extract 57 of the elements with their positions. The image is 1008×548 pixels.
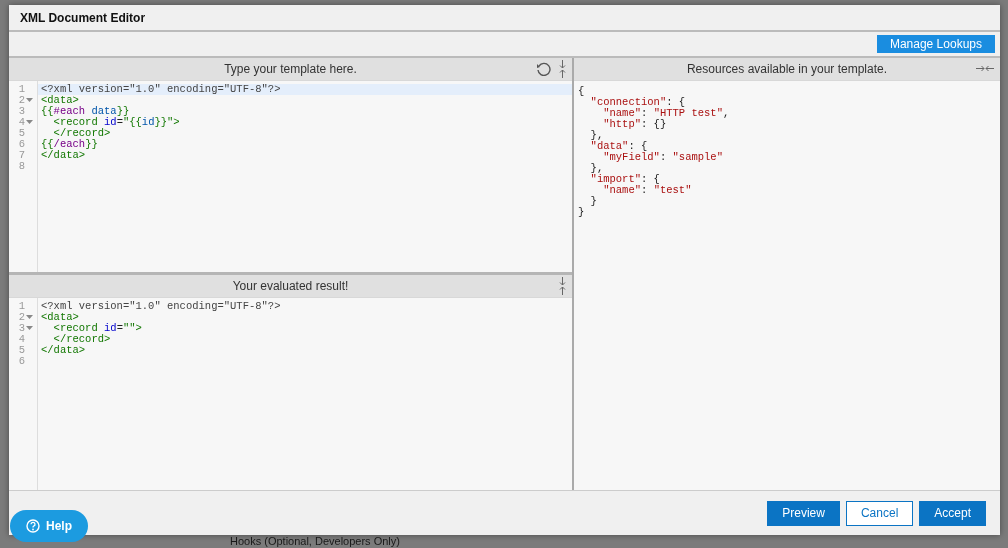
line-number: 1 (18, 301, 25, 312)
help-button[interactable]: Help (10, 510, 88, 542)
code-line: "myField": "sample" (602, 151, 723, 163)
pane-title: Resources available in your template. (686, 62, 888, 76)
line-number: 6 (18, 356, 25, 367)
code-line: "http": {} (603, 118, 667, 130)
code-line: }, (589, 129, 604, 141)
line-number: 2 (18, 95, 25, 106)
line-number: 3 (18, 323, 25, 334)
code-line: } (578, 206, 585, 218)
line-number: 2 (18, 312, 25, 323)
code-line: <record id=""> (52, 323, 142, 334)
footer-button[interactable]: Preview (767, 500, 840, 526)
footer-button[interactable]: Accept (919, 500, 986, 526)
help-icon (26, 519, 40, 533)
code-line: "import": { (589, 173, 660, 185)
code-line: </data> (41, 150, 86, 161)
line-number: 5 (18, 345, 25, 356)
line-number: 8 (18, 161, 25, 172)
line-number: 5 (18, 128, 25, 139)
code-line: { (578, 85, 585, 97)
code-line: {{/each}} (41, 139, 98, 150)
code-line: } (589, 195, 597, 207)
code-line: "data": { (589, 140, 648, 152)
code-line: <record id="{{id}}"> (52, 117, 180, 128)
code-line: "connection": { (589, 96, 686, 108)
line-number: 4 (18, 117, 25, 128)
line-number: 7 (18, 150, 25, 161)
code-line: <?xml version="1.0" encoding="UTF-8"?> (41, 301, 281, 312)
code-line: </data> (41, 345, 86, 356)
code-line: </record> (52, 334, 111, 345)
code-line: </record> (52, 128, 111, 139)
fold-arrow-icon[interactable] (26, 98, 33, 103)
fold-arrow-icon[interactable] (26, 326, 33, 331)
code-line: }, (589, 162, 604, 174)
fold-arrow-icon[interactable] (26, 315, 33, 320)
line-number: 1 (18, 84, 25, 95)
line-number: 3 (18, 106, 25, 117)
line-number: 6 (18, 139, 25, 150)
code-line: <?xml version="1.0" encoding="UTF-8"?> (41, 84, 281, 95)
footer-button[interactable]: Cancel (845, 500, 914, 526)
collapse-vertical-icon[interactable] (559, 60, 566, 78)
line-number: 4 (18, 334, 25, 345)
code-line: "name": "test" (603, 184, 692, 196)
code-line: {{#each data}} (41, 106, 130, 117)
window-title: XML Document Editor (20, 10, 146, 25)
background-text: Hooks (Optional, Developers Only) (230, 535, 400, 548)
reset-icon[interactable] (536, 61, 551, 77)
pane-title: Type your template here. (224, 62, 357, 76)
code-line: <data> (41, 312, 79, 323)
code-line: <data> (41, 95, 79, 106)
collapse-vertical-icon[interactable] (559, 277, 566, 295)
fold-arrow-icon[interactable] (26, 120, 33, 125)
pane-title: Your evaluated result! (232, 279, 349, 293)
manage-lookups-button[interactable]: Manage Lookups (876, 35, 995, 53)
code-line: "name": "HTTP test", (602, 107, 730, 119)
collapse-horizontal-icon[interactable] (976, 65, 994, 72)
